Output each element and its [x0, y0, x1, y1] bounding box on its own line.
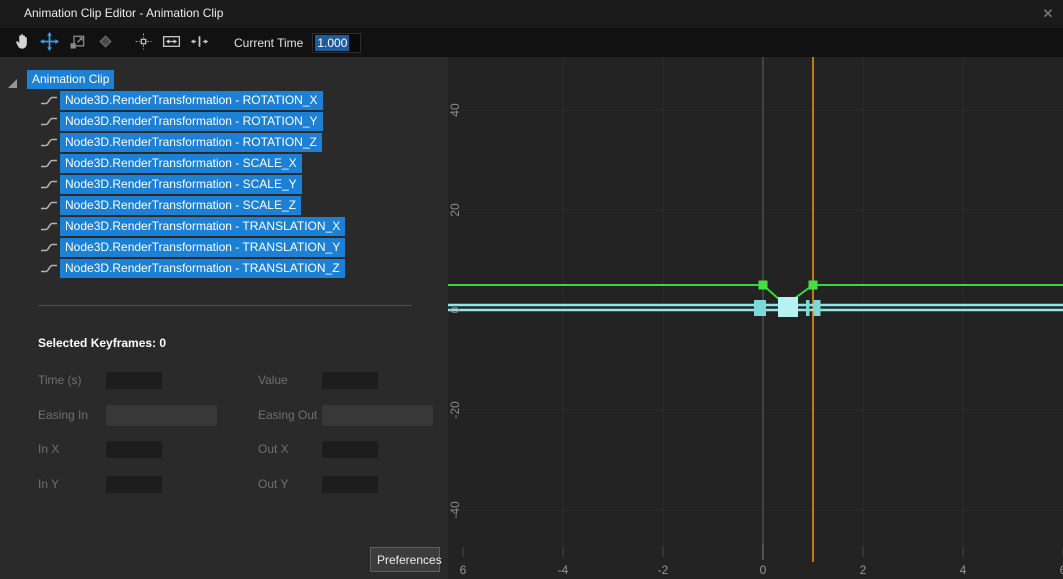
y-axis: 40 20 0 -20 -40 — [448, 103, 462, 519]
time-s-input[interactable] — [106, 372, 162, 389]
move-arrows-icon — [39, 31, 60, 55]
x-tick-label: 6 — [1060, 563, 1063, 577]
tree-root-row[interactable]: Animation Clip — [0, 70, 448, 89]
animation-curve-icon — [40, 241, 58, 259]
field-label: In X — [38, 441, 59, 458]
x-tick-label: 0 — [760, 563, 767, 577]
tree-item[interactable]: Node3D.RenderTransformation - SCALE_Z — [0, 196, 448, 215]
x-tick-label: 4 — [960, 563, 967, 577]
tree-item-label: Node3D.RenderTransformation - SCALE_Y — [60, 175, 302, 194]
x-tick-label: 2 — [860, 563, 867, 577]
tree-item[interactable]: Node3D.RenderTransformation - TRANSLATIO… — [0, 259, 448, 278]
add-keyframe-tool-button[interactable] — [92, 30, 118, 56]
field-label: Time (s) — [38, 372, 82, 389]
toolbar: Current Time 1.000 — [0, 28, 1063, 57]
tree-item-label: Node3D.RenderTransformation - ROTATION_X — [60, 91, 323, 110]
keyframe-marker[interactable] — [814, 300, 821, 316]
tree-item-label: Node3D.RenderTransformation - ROTATION_Z — [60, 133, 322, 152]
keyframe-marker[interactable] — [806, 300, 810, 316]
fit-horizontally-button[interactable] — [158, 30, 184, 56]
animation-curve-icon — [40, 136, 58, 154]
selected-keyframes-count: 0 — [159, 336, 166, 350]
current-time-value: 1.000 — [315, 35, 349, 51]
cyan-keyframes — [754, 297, 821, 317]
curve-editor-canvas[interactable]: 6-4-2024640200-20-40 — [448, 57, 1063, 579]
tree-item-label: Node3D.RenderTransformation - TRANSLATIO… — [60, 259, 345, 278]
tree-item[interactable]: Node3D.RenderTransformation - TRANSLATIO… — [0, 217, 448, 236]
animation-curve-icon — [40, 94, 58, 112]
selected-keyframes-label: Selected Keyframes: — [38, 336, 156, 350]
curve-list-panel: Animation Clip Node3D.RenderTransformati… — [0, 57, 448, 579]
titlebar: Animation Clip Editor - Animation Clip ✕ — [0, 0, 1063, 28]
animation-curve-icon — [40, 157, 58, 175]
animation-curve-icon — [40, 115, 58, 133]
move-tool-button[interactable] — [36, 30, 62, 56]
easing-in-input[interactable] — [106, 405, 217, 426]
selected-keyframes-heading: Selected Keyframes: 0 — [38, 336, 166, 350]
current-time-label: Current Time — [234, 36, 303, 50]
preferences-button[interactable]: Preferences — [370, 547, 440, 572]
hand-icon — [11, 31, 32, 55]
tree-item[interactable]: Node3D.RenderTransformation - TRANSLATIO… — [0, 238, 448, 257]
tree-item[interactable]: Node3D.RenderTransformation - ROTATION_Y — [0, 112, 448, 131]
fit-to-current-time-button[interactable] — [186, 30, 212, 56]
in-x-input[interactable] — [106, 441, 162, 458]
out-y-input[interactable] — [322, 476, 378, 493]
tree-item[interactable]: Node3D.RenderTransformation - SCALE_Y — [0, 175, 448, 194]
center-crosshair-icon — [133, 31, 154, 55]
in-y-input[interactable] — [106, 476, 162, 493]
keyframe-marker[interactable] — [809, 281, 818, 290]
tree-item[interactable]: Node3D.RenderTransformation - ROTATION_X — [0, 91, 448, 110]
animation-clip-editor-window: Animation Clip Editor - Animation Clip ✕ — [0, 0, 1063, 579]
tree-root-label: Animation Clip — [27, 70, 114, 89]
tree-item-label: Node3D.RenderTransformation - TRANSLATIO… — [60, 217, 345, 236]
tree-item-label: Node3D.RenderTransformation - ROTATION_Y — [60, 112, 323, 131]
x-tick-label: 6 — [460, 563, 467, 577]
y-tick-label: -20 — [448, 401, 462, 419]
field-label: In Y — [38, 476, 59, 493]
y-tick-label: -40 — [448, 501, 462, 519]
scale-tool-button[interactable] — [64, 30, 90, 56]
keyframe-diamond-icon — [95, 31, 116, 55]
out-x-input[interactable] — [322, 441, 378, 458]
x-tick-label: -2 — [658, 563, 669, 577]
split-arrows-icon — [189, 31, 210, 55]
center-view-button[interactable] — [130, 30, 156, 56]
rotation-keyframes — [759, 281, 818, 290]
animation-curve-icon — [40, 178, 58, 196]
field-label: Out X — [258, 441, 289, 458]
animation-curve-icon — [40, 199, 58, 217]
field-label: Value — [258, 372, 288, 389]
fit-width-icon — [161, 31, 182, 55]
keyframe-marker[interactable] — [759, 281, 768, 290]
tree-item-label: Node3D.RenderTransformation - SCALE_X — [60, 154, 302, 173]
keyframe-marker[interactable] — [754, 300, 766, 316]
divider — [38, 305, 412, 306]
window-title: Animation Clip Editor - Animation Clip — [24, 6, 223, 20]
x-axis: 6 -4 -2 0 2 4 6 — [460, 544, 1063, 577]
tree-item[interactable]: Node3D.RenderTransformation - SCALE_X — [0, 154, 448, 173]
x-tick-label: -4 — [558, 563, 569, 577]
close-icon[interactable]: ✕ — [1040, 6, 1056, 22]
y-tick-label: 20 — [448, 203, 462, 217]
value-input[interactable] — [322, 372, 378, 389]
current-time-input[interactable]: 1.000 — [312, 33, 361, 53]
tree-item[interactable]: Node3D.RenderTransformation - ROTATION_Z — [0, 133, 448, 152]
y-tick-label: 40 — [448, 103, 462, 117]
easing-out-input[interactable] — [322, 405, 433, 426]
field-label: Easing In — [38, 405, 88, 426]
animation-curve-icon — [40, 220, 58, 238]
tree-item-label: Node3D.RenderTransformation - SCALE_Z — [60, 196, 301, 215]
scale-box-icon — [67, 31, 88, 55]
pan-tool-button[interactable] — [8, 30, 34, 56]
tree-item-label: Node3D.RenderTransformation - TRANSLATIO… — [60, 238, 345, 257]
animation-curve-icon — [40, 262, 58, 280]
expander-icon[interactable] — [8, 75, 17, 84]
field-label: Out Y — [258, 476, 288, 493]
y-tick-label: 0 — [448, 306, 462, 313]
keyframe-marker-selected[interactable] — [778, 297, 798, 317]
field-label: Easing Out — [258, 405, 317, 426]
